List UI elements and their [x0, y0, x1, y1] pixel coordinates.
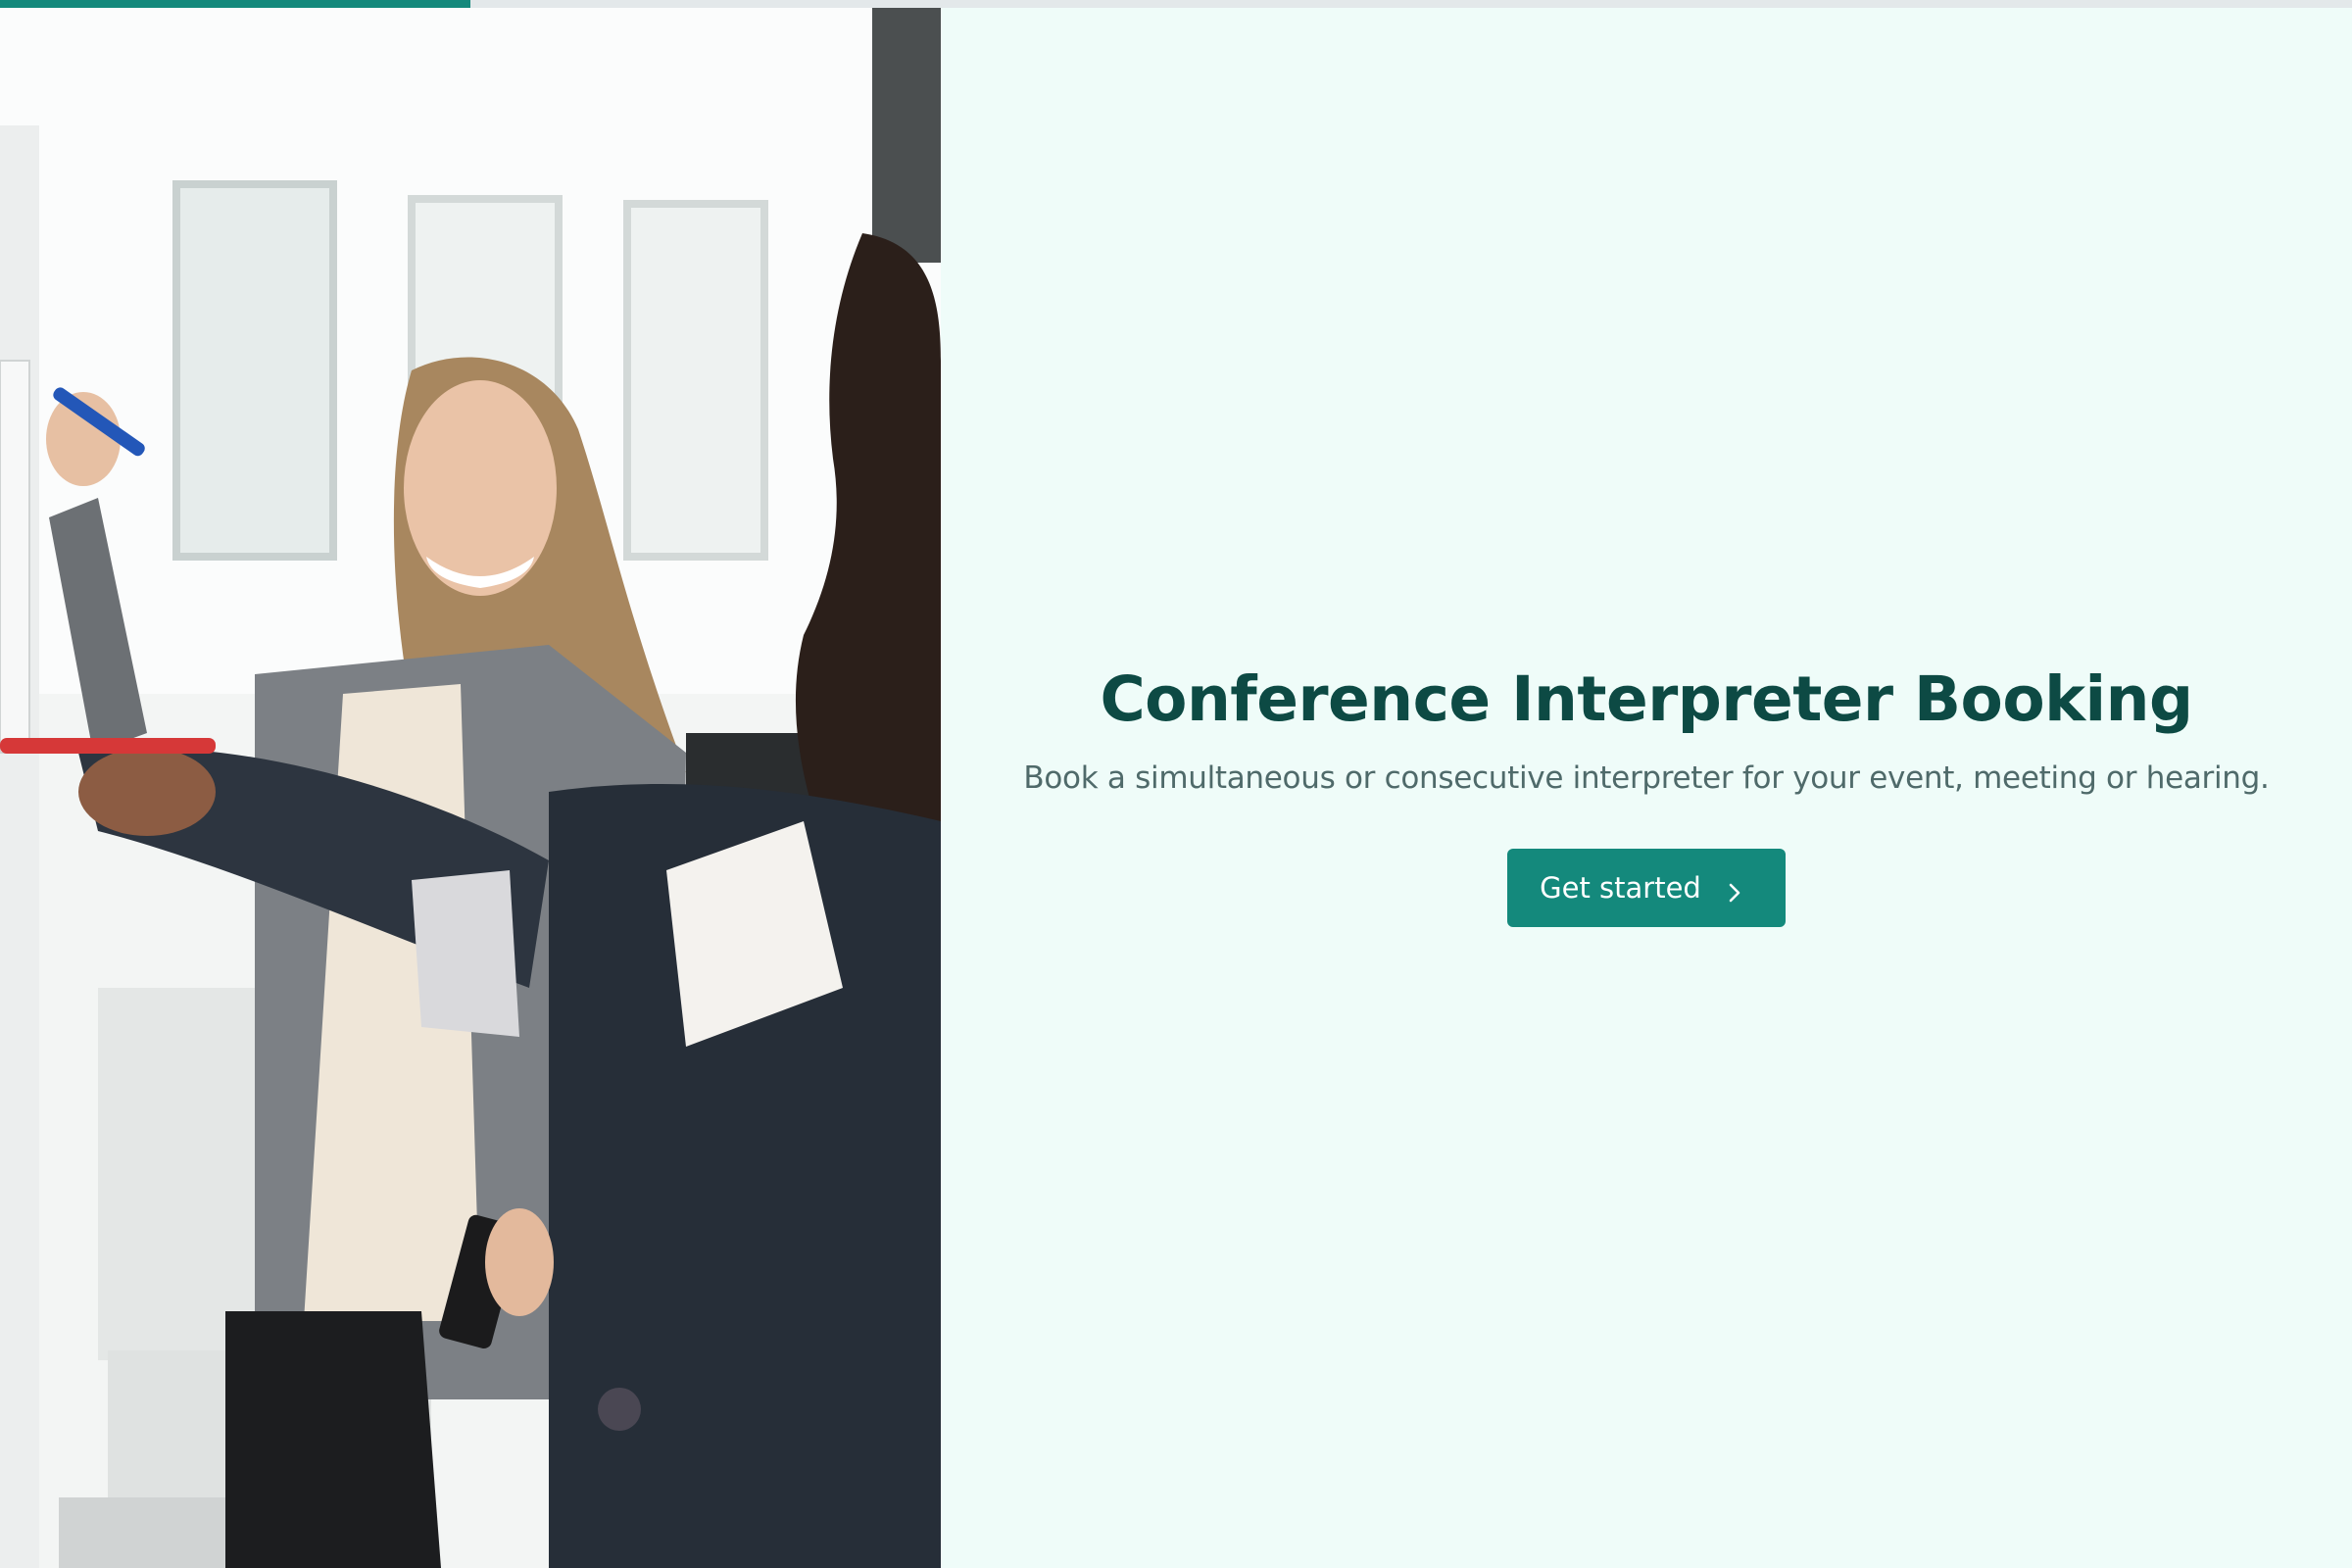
get-started-label: Get started: [1540, 870, 1701, 905]
progress-bar-fill: [0, 0, 470, 8]
office-whiteboard-illustration: [0, 8, 941, 1568]
page-subtitle: Book a simultaneous or consecutive inter…: [1023, 760, 2270, 796]
hero-content: Conference Interpreter Booking Book a si…: [941, 8, 2352, 1568]
get-started-button[interactable]: Get started: [1507, 848, 1786, 927]
chevron-right-icon: [1727, 877, 1742, 902]
page-title: Conference Interpreter Booking: [1100, 662, 2193, 735]
progress-bar: [0, 0, 2352, 8]
hero-photo: [0, 8, 941, 1568]
